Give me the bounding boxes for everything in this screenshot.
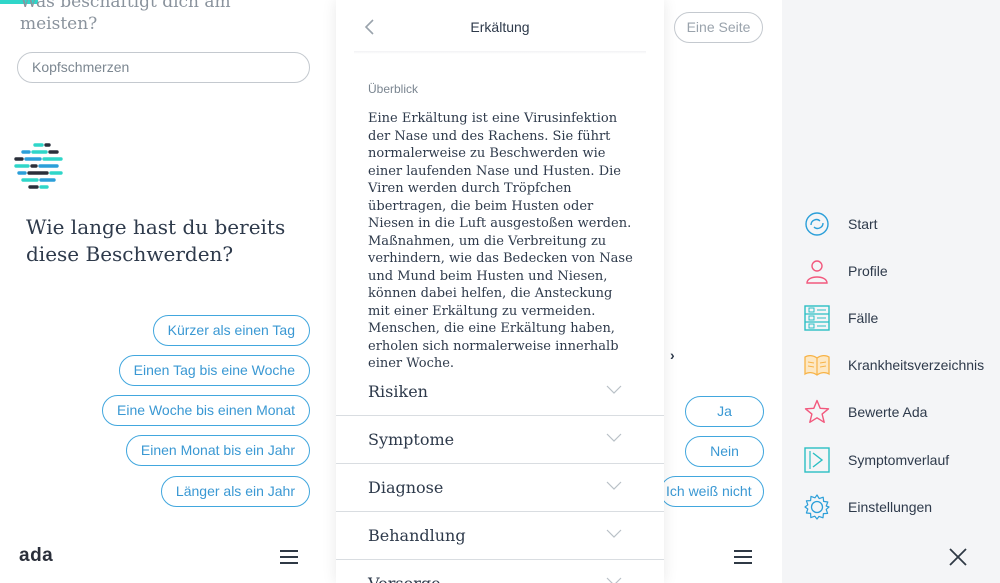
partial-text: ›: [670, 347, 675, 363]
nav-item-start[interactable]: Start: [804, 209, 994, 239]
chevron-down-icon: [606, 577, 622, 583]
section-label: Risiken: [368, 382, 428, 401]
nav-label: Bewerte Ada: [848, 404, 928, 420]
start-icon: [805, 212, 829, 236]
answer-option-month-to-year[interactable]: Einen Monat bis ein Jahr: [125, 435, 310, 466]
section-label: Diagnose: [368, 478, 444, 497]
section-prevention[interactable]: Vorsorge: [336, 560, 664, 583]
previous-answer-field[interactable]: Kopfschmerzen: [17, 52, 310, 83]
article-title: Erkältung: [470, 19, 530, 35]
answer-option-no[interactable]: Nein: [685, 436, 764, 467]
profile-icon: [806, 260, 828, 284]
section-label: Behandlung: [368, 526, 466, 545]
article-header: Erkältung: [336, 0, 664, 52]
nav-item-settings[interactable]: Einstellungen: [804, 492, 994, 522]
chevron-down-icon: [606, 529, 622, 538]
answer-option-longer-than-year[interactable]: Länger als ein Jahr: [160, 476, 310, 507]
header-divider: [354, 51, 646, 54]
chevron-down-icon: [606, 481, 622, 490]
nav-item-disease-directory[interactable]: Krankheitsverzeichnis: [804, 350, 994, 380]
section-label: Vorsorge: [368, 574, 441, 583]
section-label: Symptome: [368, 430, 455, 449]
chevron-down-icon: [606, 433, 622, 442]
section-diagnosis[interactable]: Diagnose: [336, 464, 664, 512]
nav-label: Symptomverlauf: [848, 452, 950, 468]
gear-icon: [804, 494, 830, 520]
chat-question: Wie lange hast du bereits diese Beschwer…: [26, 215, 286, 266]
section-treatment[interactable]: Behandlung: [336, 512, 664, 560]
overview-text: Eine Erkältung ist eine Virusinfektion d…: [368, 111, 633, 371]
section-symptoms[interactable]: Symptome: [336, 416, 664, 464]
nav-item-cases[interactable]: Fälle: [804, 303, 994, 333]
condition-article-card: Erkältung Überblick Eine Erkältung ist e…: [336, 0, 664, 583]
ada-avatar-icon: [14, 143, 63, 189]
nav-item-symptom-tracker[interactable]: Symptomverlauf: [804, 445, 994, 475]
answer-option-day-to-week[interactable]: Einen Tag bis eine Woche: [118, 355, 310, 386]
navigation-drawer: Start Profile Fälle Krankheitsverzeichni…: [782, 0, 1000, 583]
symptom-tracker-icon: [804, 447, 830, 473]
book-icon: [804, 354, 830, 376]
star-icon: [804, 399, 830, 423]
hamburger-menu-icon[interactable]: [734, 550, 752, 564]
one-page-button[interactable]: Eine Seite: [674, 12, 763, 43]
hamburger-menu-icon[interactable]: [280, 550, 298, 564]
answer-option-week-to-month[interactable]: Eine Woche bis einen Monat: [102, 395, 310, 426]
nav-label: Einstellungen: [848, 499, 933, 515]
overview-label: Überblick: [368, 82, 419, 96]
nav-label: Profile: [848, 263, 888, 279]
previous-question: Was beschäftigt dich am meisten?: [20, 0, 231, 34]
cases-icon: [804, 305, 830, 331]
nav-label: Start: [848, 216, 878, 232]
answer-option-yes[interactable]: Ja: [685, 396, 764, 427]
nav-item-rate-ada[interactable]: Bewerte Ada: [804, 397, 994, 427]
answer-option-less-than-day[interactable]: Kürzer als einen Tag: [152, 315, 310, 346]
ada-logo: ada: [19, 545, 54, 566]
nav-item-profile[interactable]: Profile: [804, 256, 994, 286]
chevron-down-icon: [606, 385, 622, 394]
nav-label: Fälle: [848, 310, 879, 326]
chat-panel: Was beschäftigt dich am meisten? Kopfsch…: [0, 0, 330, 583]
section-risks[interactable]: Risiken: [336, 368, 664, 416]
close-icon[interactable]: [948, 547, 968, 567]
nav-label: Krankheitsverzeichnis: [848, 357, 985, 373]
answer-option-dont-know[interactable]: Ich weiß nicht: [660, 476, 764, 507]
